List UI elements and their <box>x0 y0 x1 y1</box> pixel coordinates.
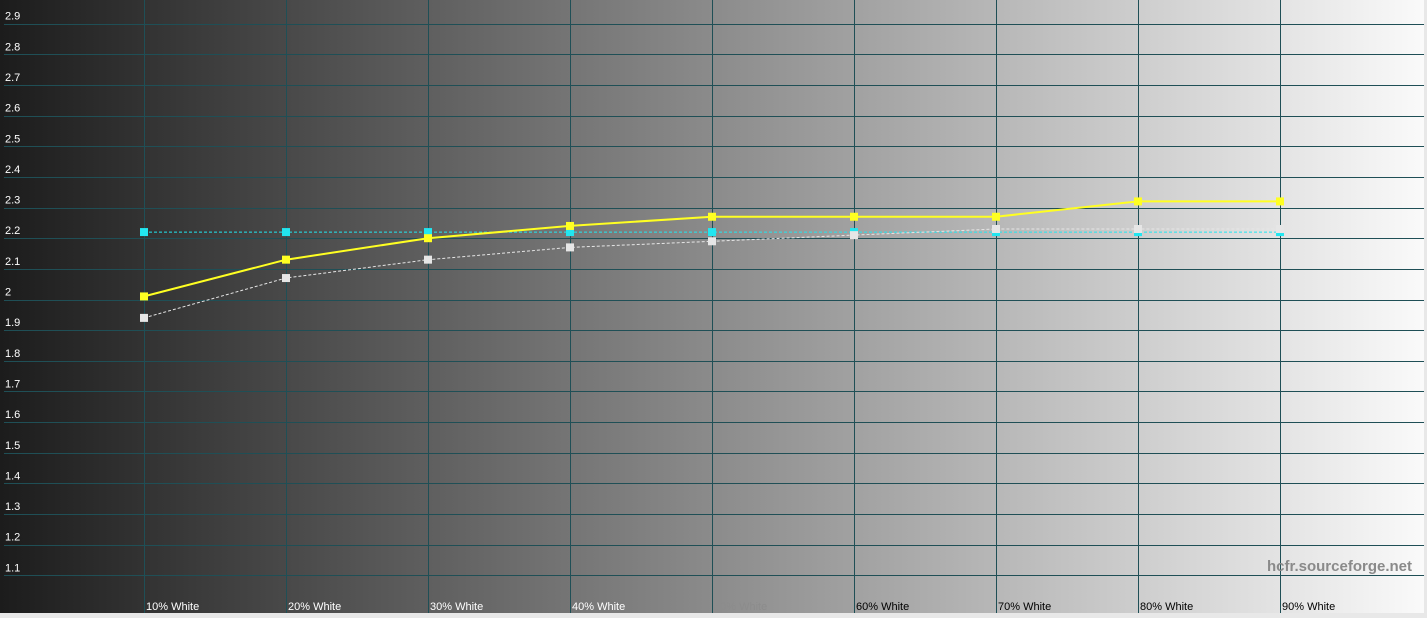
y-tick-label: 2.9 <box>5 11 20 23</box>
series-point <box>140 313 148 322</box>
y-tick-label: 1.7 <box>5 378 20 390</box>
series-point <box>282 228 290 237</box>
x-tick-labels: 10% White 20% White 30% White 40% White 50% … <box>146 601 1335 613</box>
series-point <box>850 231 858 240</box>
x-tick-label: 20% White <box>288 601 341 613</box>
series-point <box>424 234 432 243</box>
gamma-chart: 1.1 1.2 1.3 1.4 1.5 1.6 1.7 1.8 1.9 2 2.1 2.2 2.3 2.4… <box>0 0 1427 618</box>
y-tick-label: 2.4 <box>5 164 20 176</box>
x-tick-label: 90% White <box>1282 601 1335 613</box>
y-tick-label: 2.6 <box>5 103 20 115</box>
series-point <box>424 255 432 264</box>
y-tick-label: 2.8 <box>5 41 20 53</box>
x-tick-label: 60% White <box>856 601 909 613</box>
series-point <box>1134 225 1142 234</box>
y-tick-label: 1.4 <box>5 470 20 482</box>
y-tick-label: 1.6 <box>5 409 20 421</box>
x-tick-label: 80% White <box>1140 601 1193 613</box>
y-tick-label: 2.2 <box>5 225 20 237</box>
series-point <box>708 237 716 246</box>
watermark-text: hcfr.sourceforge.net <box>1267 558 1412 575</box>
series-point <box>1276 197 1284 206</box>
series-point <box>850 212 858 221</box>
series-point <box>566 221 574 230</box>
y-tick-label: 1.3 <box>5 501 20 513</box>
x-tick-label: 10% White <box>146 601 199 613</box>
series-point <box>566 243 574 252</box>
x-tick-label: 30% White <box>430 601 483 613</box>
series-point <box>140 292 148 301</box>
y-tick-label: 1.2 <box>5 532 20 544</box>
series-point <box>282 255 290 264</box>
series-point <box>708 228 716 237</box>
y-tick-label: 2.5 <box>5 133 20 145</box>
x-tick-label: 40% White <box>572 601 625 613</box>
y-tick-label: 2.1 <box>5 256 20 268</box>
y-tick-label: 1.9 <box>5 317 20 329</box>
series-point <box>1134 197 1142 206</box>
y-tick-label: 1.8 <box>5 348 20 360</box>
y-tick-label: 1.1 <box>5 562 20 574</box>
series-point <box>992 212 1000 221</box>
y-tick-label: 2 <box>5 287 11 299</box>
y-tick-label: 2.7 <box>5 72 20 84</box>
series-point <box>992 225 1000 234</box>
x-tick-label: 70% White <box>998 601 1051 613</box>
series-point <box>282 274 290 283</box>
x-tick-label: 50% White <box>714 601 767 613</box>
series-point <box>708 212 716 221</box>
y-tick-label: 2.3 <box>5 195 20 207</box>
y-tick-label: 1.5 <box>5 440 20 452</box>
series-point <box>140 228 148 237</box>
gamma-chart-svg: 1.1 1.2 1.3 1.4 1.5 1.6 1.7 1.8 1.9 2 2.1 2.2 2.3 2.4… <box>0 0 1427 618</box>
series-point <box>1276 225 1284 234</box>
